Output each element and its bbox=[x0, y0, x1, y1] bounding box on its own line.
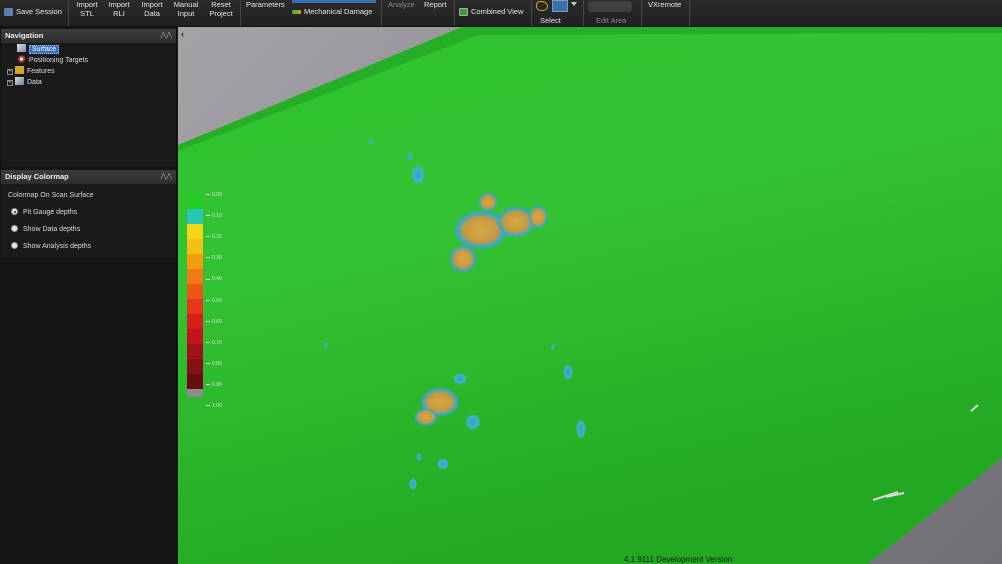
app-window: Save Session Import STL Import RLI Import D… bbox=[0, 0, 1002, 564]
radio-show-data-depths[interactable]: Show Data depths bbox=[11, 225, 80, 235]
legend-tick-label: 0.60 bbox=[206, 319, 222, 325]
import-stl-button[interactable]: Import STL bbox=[73, 0, 101, 18]
data-icon bbox=[15, 77, 24, 85]
select-button-label[interactable]: Select bbox=[540, 16, 561, 25]
import-rli-button[interactable]: Import RLI bbox=[106, 0, 132, 18]
ribbon-separator bbox=[381, 0, 382, 26]
vxremote-button[interactable]: VXremote bbox=[648, 0, 681, 9]
edit-area-icon[interactable] bbox=[588, 1, 632, 12]
navigation-panel: Navigation ⋀⋀ Surface Positioning Target… bbox=[1, 29, 176, 167]
legend-tick-label: 0.30 bbox=[206, 255, 222, 261]
collapse-panel-icon[interactable]: ⋀⋀ bbox=[161, 29, 172, 43]
ribbon-toolbar: Save Session Import STL Import RLI Import D… bbox=[0, 0, 1002, 27]
display-colormap-panel: Display Colormap ⋀⋀ Colormap On Scan Sur… bbox=[1, 170, 176, 258]
tree-item-surface[interactable]: Surface bbox=[17, 44, 60, 54]
colormap-subtitle: Colormap On Scan Surface bbox=[8, 192, 94, 199]
radio-show-analysis-depths[interactable]: Show Analysis depths bbox=[11, 242, 91, 252]
tree-item-positioning-targets[interactable]: Positioning Targets bbox=[17, 55, 88, 65]
analyze-button[interactable]: Analyze bbox=[388, 0, 415, 9]
reset-project-button[interactable]: Reset Project bbox=[206, 0, 236, 18]
report-button[interactable]: Report bbox=[424, 0, 447, 9]
surface-icon bbox=[17, 44, 26, 52]
left-sidebar: Navigation ⋀⋀ Surface Positioning Target… bbox=[0, 27, 177, 564]
ribbon-separator bbox=[454, 0, 455, 26]
collapse-panel-icon[interactable]: ⋀⋀ bbox=[161, 170, 172, 184]
save-session-button[interactable]: Save Session bbox=[4, 7, 62, 17]
import-data-button[interactable]: Import Data bbox=[138, 0, 166, 18]
radio-button[interactable] bbox=[11, 242, 18, 249]
expand-icon[interactable]: + bbox=[7, 80, 13, 86]
combined-view-icon bbox=[459, 8, 468, 17]
legend-tick-label: 0.00 bbox=[206, 192, 222, 198]
legend-tick-label: 0.80 bbox=[206, 361, 222, 367]
features-icon bbox=[15, 66, 24, 74]
tree-item-features[interactable]: + Features bbox=[7, 66, 55, 76]
legend-tick-label: 0.10 bbox=[206, 213, 222, 219]
select-surface-icon[interactable] bbox=[552, 0, 568, 12]
legend-tick-label: 1.00 bbox=[206, 403, 222, 409]
targets-icon bbox=[17, 55, 26, 63]
legend-swatch bbox=[187, 344, 203, 359]
ribbon-separator bbox=[641, 0, 642, 26]
legend-swatch bbox=[187, 209, 203, 224]
legend-swatch bbox=[187, 239, 203, 254]
pipe-surface bbox=[178, 27, 1002, 564]
expand-icon[interactable]: + bbox=[7, 69, 13, 75]
damage-icon bbox=[292, 10, 301, 15]
scan-surface-render[interactable] bbox=[178, 27, 1002, 564]
legend-tick-label: 0.40 bbox=[206, 276, 222, 282]
legend-swatch bbox=[187, 284, 203, 299]
manual-input-button[interactable]: Manual Input bbox=[171, 0, 201, 18]
legend-tick-label: 0.90 bbox=[206, 382, 222, 388]
selected-tab-indicator bbox=[292, 0, 376, 3]
display-colormap-header: Display Colormap ⋀⋀ bbox=[1, 170, 176, 184]
ribbon-separator bbox=[68, 0, 69, 26]
ribbon-separator bbox=[531, 0, 532, 26]
ribbon-separator bbox=[689, 0, 690, 26]
ribbon-separator bbox=[240, 0, 241, 26]
ribbon-separator bbox=[583, 0, 584, 26]
legend-swatch bbox=[187, 194, 203, 209]
edit-area-label[interactable]: Edit Area bbox=[596, 16, 626, 25]
legend-swatch bbox=[187, 224, 203, 239]
navigation-panel-header: Navigation ⋀⋀ bbox=[1, 29, 176, 43]
radio-button[interactable] bbox=[11, 225, 18, 232]
legend-swatch bbox=[187, 314, 203, 329]
select-lasso-icon[interactable] bbox=[536, 1, 548, 11]
legend-swatch bbox=[187, 269, 203, 284]
legend-tick-label: 0.70 bbox=[206, 340, 222, 346]
legend-tick-label: 0.50 bbox=[206, 298, 222, 304]
parameters-button[interactable]: Parameters bbox=[246, 0, 285, 9]
combined-view-button[interactable]: Combined View bbox=[459, 7, 523, 17]
legend-swatch bbox=[187, 299, 203, 314]
save-icon bbox=[4, 8, 13, 17]
select-dropdown-icon[interactable] bbox=[571, 2, 577, 6]
collapse-sidebar-arrow-icon[interactable]: ‹ bbox=[181, 29, 184, 39]
mechanical-damage-button[interactable]: Mechanical Damage bbox=[292, 7, 372, 16]
radio-button[interactable] bbox=[11, 208, 18, 215]
legend-swatch bbox=[187, 374, 203, 389]
legend-swatch bbox=[187, 389, 203, 397]
legend-swatch bbox=[187, 254, 203, 269]
radio-pit-gauge-depths[interactable]: Pit Gauge depths bbox=[11, 208, 77, 218]
version-status: 4.1.9111 Development Version bbox=[624, 555, 733, 564]
legend-tick-label: 0.20 bbox=[206, 234, 222, 240]
legend-swatch bbox=[187, 359, 203, 374]
3d-viewport[interactable]: ‹ 0.00 0.10 0.20 0.30 0.40 0.50 0.60 0.70 0.80 0.… bbox=[178, 27, 1002, 564]
legend-swatch bbox=[187, 329, 203, 344]
tree-item-data[interactable]: + Data bbox=[7, 77, 42, 87]
